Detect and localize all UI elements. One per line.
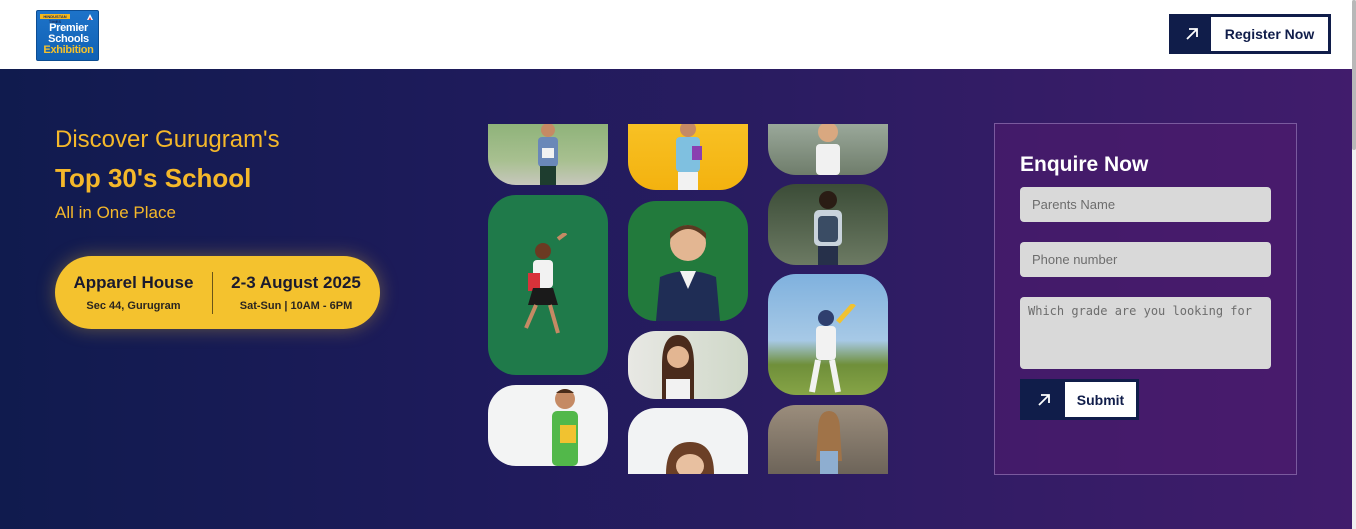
photo-smiling-boy-street <box>768 124 888 175</box>
arrow-up-right-icon <box>1038 393 1050 406</box>
premier-schools-exhibition-logo[interactable]: HINDUSTAN TIMES Premier Schools Exhibiti… <box>36 10 99 61</box>
submit-button[interactable]: Submit <box>1020 379 1139 420</box>
student-figure-icon <box>809 304 856 393</box>
hero-section: Discover Gurugram's Top 30's School All … <box>0 69 1352 529</box>
hero-tagline: All in One Place <box>55 203 176 222</box>
venue-title: Apparel House <box>73 273 194 292</box>
student-figure-icon <box>666 442 714 474</box>
student-figure-icon <box>662 335 694 399</box>
phone-number-input[interactable] <box>1020 242 1271 277</box>
enquire-title: Enquire Now <box>1020 153 1149 176</box>
arrow-up-right-icon <box>1185 28 1198 40</box>
register-now-button[interactable]: Register Now <box>1169 14 1331 54</box>
student-figure-icon <box>552 389 578 466</box>
photo-girl-face-white <box>628 408 748 474</box>
student-figure-icon <box>816 124 840 175</box>
logo-tag: HINDUSTAN TIMES <box>40 14 70 24</box>
student-figure-icon <box>816 411 842 474</box>
photo-girl-walking-street <box>768 405 888 474</box>
photo-girl-playing-cricket <box>768 274 888 395</box>
page-scrollbar[interactable] <box>1352 0 1356 529</box>
parents-name-input[interactable] <box>1020 187 1271 222</box>
event-details-pill: Apparel House Sec 44, Gurugram 2-3 Augus… <box>55 256 380 329</box>
logo-mark-icon <box>87 14 93 20</box>
photo-boy-in-uniform-green <box>628 201 748 321</box>
date-subtitle: Sat-Sun | 10AM - 6PM <box>239 300 353 312</box>
student-figure-icon <box>538 124 558 185</box>
register-now-label: Register Now <box>1211 17 1328 51</box>
venue-info: Apparel House Sec 44, Gurugram <box>55 273 212 312</box>
hero-heading-discover: Discover Gurugram's <box>55 126 280 153</box>
student-figure-icon <box>676 124 702 190</box>
photo-jumping-girl-green <box>488 195 608 375</box>
photo-girl-looking-up <box>628 331 748 399</box>
page-scrollbar-thumb[interactable] <box>1352 0 1356 150</box>
student-figure-icon <box>656 225 720 321</box>
submit-label: Submit <box>1065 382 1136 417</box>
date-info: 2-3 August 2025 Sat-Sun | 10AM - 6PM <box>213 273 379 312</box>
photo-boy-yellow-background <box>628 124 748 190</box>
student-figure-icon <box>814 191 842 265</box>
register-arrow-box <box>1172 17 1211 51</box>
date-title: 2-3 August 2025 <box>231 273 361 292</box>
hero-heading-top-schools: Top 30's School <box>55 163 252 193</box>
photo-boy-with-backpack-walking <box>768 184 888 265</box>
venue-subtitle: Sec 44, Gurugram <box>86 300 181 312</box>
photo-girl-with-book-outdoors <box>488 124 608 185</box>
student-figure-icon <box>524 233 568 334</box>
logo-line-exhibition: Exhibition <box>43 44 94 56</box>
grade-textarea[interactable] <box>1020 297 1271 369</box>
enquire-form: Enquire Now Submit <box>994 123 1297 475</box>
photo-boy-with-books-green-shirt <box>488 385 608 466</box>
site-header: HINDUSTAN TIMES Premier Schools Exhibiti… <box>0 0 1356 69</box>
submit-arrow-box <box>1023 382 1065 417</box>
